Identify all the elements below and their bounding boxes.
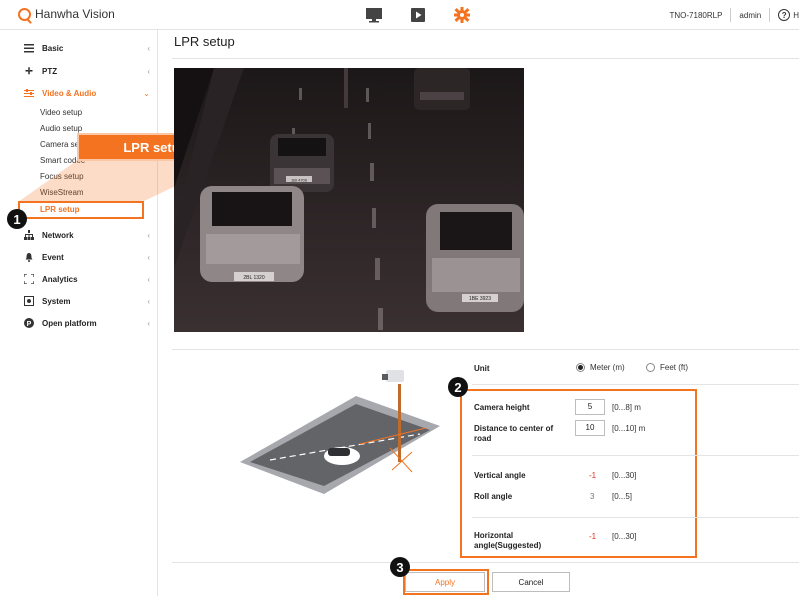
row-divider	[472, 384, 799, 385]
vertical-angle-range: [0...30]	[612, 471, 637, 480]
apply-highlight	[403, 569, 489, 595]
callout-3: 3	[390, 557, 410, 577]
radio-label: Feet (ft)	[660, 363, 689, 372]
camera-height-label: Camera height	[474, 403, 530, 412]
camera-height-input[interactable]: 5	[575, 399, 605, 415]
section-divider	[172, 562, 799, 563]
plate-text: 2BL 1320	[243, 275, 264, 281]
roll-angle-value: 3	[590, 492, 595, 501]
unit-label: Unit	[474, 364, 490, 373]
radio-label: Meter (m)	[590, 363, 625, 372]
unit-feet-radio[interactable]: Feet (ft)	[646, 363, 688, 372]
distance-label: Distance to center of road	[474, 424, 554, 443]
section-divider	[172, 349, 799, 350]
camera-preview[interactable]: 1BI 4709 2BL 1320 1BE 3923	[174, 68, 524, 332]
vertical-angle-label: Vertical angle	[474, 471, 526, 480]
roll-angle-label: Roll angle	[474, 492, 513, 501]
title-divider	[172, 58, 799, 59]
cancel-button[interactable]: Cancel	[492, 572, 570, 592]
roll-angle-range: [0...5]	[612, 492, 633, 501]
plate-text: 1BE 3923	[469, 296, 491, 302]
lpr-diagram	[240, 370, 440, 494]
radio-unselected-icon	[646, 363, 655, 372]
camera-height-range: [0...8] m	[612, 403, 641, 412]
row-divider	[472, 455, 799, 456]
distance-range: [0...10] m	[612, 424, 646, 433]
lpr-setup-highlight	[18, 201, 144, 219]
callout-2: 2	[448, 377, 468, 397]
horizontal-angle-label: Horizontal angle(Suggested)	[474, 531, 542, 550]
row-divider	[472, 517, 799, 518]
page-title: LPR setup	[174, 34, 235, 49]
vertical-angle-value: -1	[589, 471, 597, 480]
horizontal-angle-value: -1	[589, 532, 597, 541]
unit-meter-radio[interactable]: Meter (m)	[576, 363, 625, 372]
plate-text: 1BI 4709	[291, 178, 308, 183]
distance-input[interactable]: 10	[575, 420, 605, 436]
callout-1: 1	[7, 209, 27, 229]
horizontal-angle-range: [0...30]	[612, 532, 637, 541]
radio-selected-icon	[576, 363, 585, 372]
